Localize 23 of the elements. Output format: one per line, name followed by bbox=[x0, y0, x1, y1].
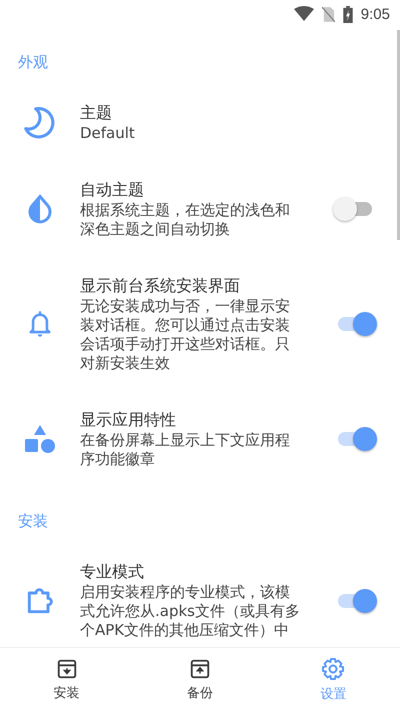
wifi-icon bbox=[294, 6, 314, 22]
battery-icon bbox=[342, 6, 353, 22]
setting-title: 主题 bbox=[80, 102, 113, 124]
settings-icon bbox=[321, 656, 346, 680]
shapes-icon bbox=[24, 424, 56, 454]
clock-time: 9:05 bbox=[360, 6, 390, 22]
setting-title: 专业模式 bbox=[80, 561, 145, 583]
no-sim-icon bbox=[322, 6, 335, 22]
nav-tab[interactable]: 备份 bbox=[133, 648, 267, 711]
setting-title: 自动主题 bbox=[80, 179, 145, 201]
section-header: 安装 bbox=[17, 511, 49, 532]
archive-download-icon bbox=[56, 658, 78, 680]
setting-description: 根据系统主题，在选定的浅色和深色主题之间自动切换 bbox=[80, 201, 291, 239]
setting-title: 显示应用特性 bbox=[80, 409, 177, 431]
setting-description: Default bbox=[80, 124, 136, 143]
section-header: 外观 bbox=[17, 52, 49, 73]
setting-description: 在备份屏幕上显示上下文应用程序功能徽章 bbox=[80, 431, 291, 469]
moon-icon bbox=[23, 106, 57, 140]
setting-description: 启用安装程序的专业模式，该模式允许您从.apks文件（或具有多个APK文件的其他压缩文件）中 bbox=[80, 583, 301, 640]
nav-tab[interactable]: 安装 bbox=[0, 648, 134, 711]
archive-upload-icon bbox=[188, 658, 211, 680]
setting-title: 显示前台系统安装界面 bbox=[80, 275, 241, 297]
setting-description: 无论安装成功与否，一律显示安装对话框。您可以通过点击安装会话项手动打开这些对话框。只对新安装生效 bbox=[80, 297, 291, 373]
